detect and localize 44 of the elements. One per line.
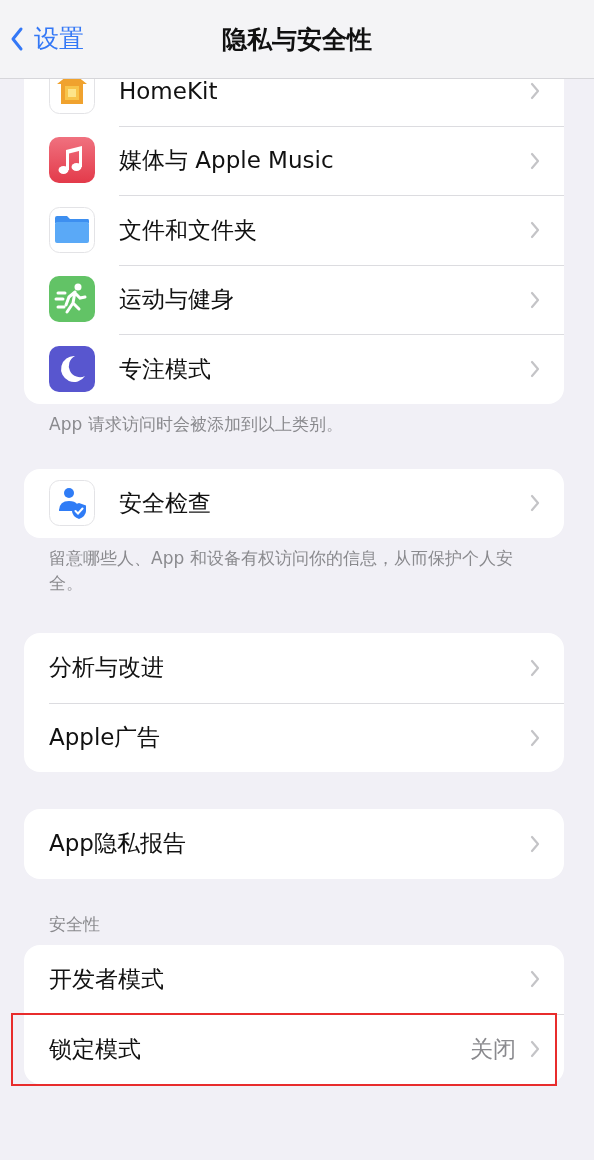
chevron-right-icon [530,360,540,379]
row-label: 运动与健身 [119,285,235,315]
section-header: 安全性 [48,912,101,936]
settings-row[interactable]: Apple广告 [24,702,564,772]
row-label: Apple广告 [49,723,162,753]
folder-icon [49,206,95,253]
chevron-right-icon [530,1040,540,1059]
chevron-right-icon [530,494,540,513]
chevron-right-icon [530,834,540,853]
row-label: 媒体与 Apple Music [119,146,335,176]
moon-icon [49,345,95,392]
row-label: App隐私报告 [49,829,187,859]
settings-row[interactable]: 文件和文件夹 [24,195,564,265]
row-label: 开发者模式 [49,964,165,994]
music-note-icon [49,137,95,184]
row-label: 分析与改进 [49,653,165,683]
settings-row[interactable]: 开发者模式 [24,944,564,1014]
chevron-right-icon [530,728,540,747]
settings-row[interactable]: 媒体与 Apple Music [24,125,564,195]
row-label: 专注模式 [119,354,212,384]
screen-title: 隐私与安全性 [222,23,372,56]
settings-row[interactable]: App隐私报告 [24,809,564,879]
settings-row[interactable]: 专注模式 [24,334,564,404]
settings-row[interactable]: 分析与改进 [24,633,564,703]
row-label: 文件和文件夹 [119,215,258,245]
settings-row[interactable]: 运动与健身 [24,264,564,334]
row-value: 关闭 [470,1034,516,1064]
row-label: 锁定模式 [49,1034,142,1064]
person-shield-icon [49,480,95,527]
settings-row[interactable]: 锁定模式 关闭 [24,1014,564,1084]
back-button[interactable]: 设置 [10,22,84,55]
chevron-right-icon [530,221,540,240]
chevron-right-icon [530,658,540,677]
chevron-right-icon [530,151,540,170]
chevron-right-icon [530,81,540,100]
row-label: 安全检查 [119,488,212,518]
chevron-right-icon [530,970,540,989]
row-label: HomeKit [119,79,219,104]
runner-icon [49,276,95,323]
settings-row[interactable]: 安全检查 [24,468,564,538]
chevron-left-icon [10,25,24,52]
section-footer: 留意哪些人、App 和设备有权访问你的信息，从而保护个人安全。 [24,538,564,596]
section-footer: App 请求访问时会被添加到以上类别。 [24,403,564,437]
chevron-right-icon [530,290,540,309]
